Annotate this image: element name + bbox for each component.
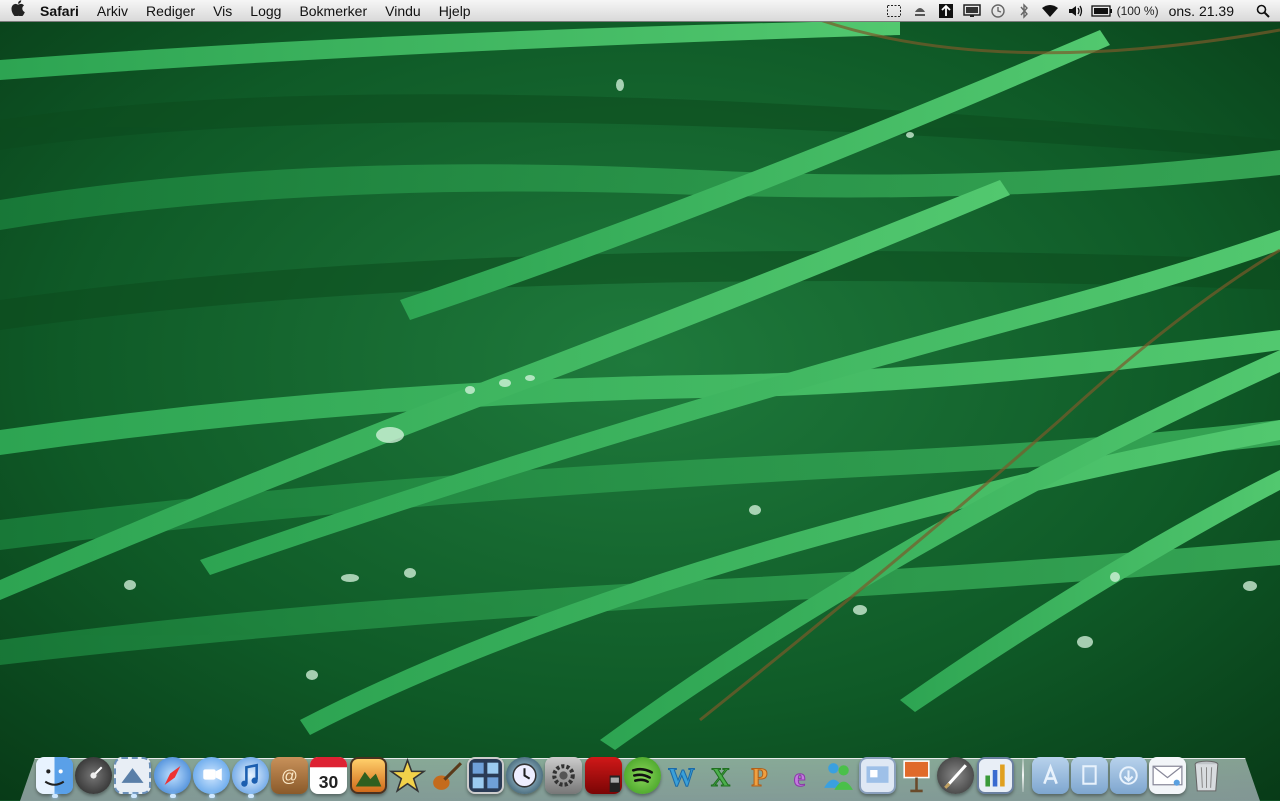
downloads-folder-icon[interactable] — [1110, 757, 1148, 794]
spotlight-icon[interactable] — [1250, 4, 1276, 18]
dropbox-icon[interactable] — [933, 0, 959, 22]
svg-text:e: e — [793, 762, 805, 792]
finder-running-indicator — [52, 794, 58, 798]
svg-text:@: @ — [281, 768, 298, 786]
documents-folder-icon[interactable] — [1070, 757, 1108, 794]
menu-vindu[interactable]: Vindu — [376, 0, 430, 22]
menu-rediger[interactable]: Rediger — [137, 0, 204, 22]
wifi-icon[interactable] — [1037, 0, 1063, 22]
menu-clock[interactable]: ons. 21.39 — [1169, 3, 1234, 19]
dock-separator — [1021, 758, 1024, 792]
battery-percentage[interactable]: (100 %) — [1117, 4, 1159, 18]
word-icon[interactable]: W — [663, 757, 700, 794]
powerpoint-icon[interactable]: P — [741, 757, 778, 794]
preview-icon[interactable] — [858, 757, 896, 794]
excel-icon[interactable]: X — [702, 757, 739, 794]
address-book-icon[interactable]: @ — [271, 757, 309, 794]
svg-text:X: X — [711, 762, 730, 792]
spaces-icon[interactable] — [467, 757, 505, 794]
itunes-running-indicator — [248, 794, 254, 798]
ichat-icon[interactable] — [192, 757, 230, 794]
dashboard-icon[interactable] — [75, 757, 113, 794]
messenger-icon[interactable] — [820, 757, 857, 794]
menu-arkiv[interactable]: Arkiv — [88, 0, 137, 22]
mail-running-indicator — [131, 794, 137, 798]
menu-bokmerker[interactable]: Bokmerker — [290, 0, 376, 22]
spotify-icon[interactable] — [623, 757, 661, 794]
itunes-icon[interactable] — [231, 757, 269, 794]
menu-app-name[interactable]: Safari — [36, 0, 88, 22]
screen-capture-icon[interactable] — [881, 0, 907, 22]
imovie-star-icon[interactable] — [388, 757, 426, 794]
volume-icon[interactable] — [1063, 0, 1089, 22]
system-preferences-icon[interactable] — [545, 757, 583, 794]
photo-booth-icon[interactable] — [584, 757, 622, 794]
script-editor-icon[interactable] — [937, 757, 975, 794]
safari-compass-icon[interactable] — [153, 757, 191, 794]
guitar-icon[interactable] — [428, 757, 465, 794]
applications-folder-icon[interactable] — [1031, 757, 1069, 794]
envelope-icon[interactable] — [1149, 757, 1187, 794]
trash-icon[interactable] — [1188, 757, 1225, 794]
entourage-icon[interactable]: e — [781, 757, 818, 794]
desktop-wallpaper — [0, 0, 1280, 800]
menu-bar: Safari Arkiv Rediger Vis Logg Bokmerker … — [0, 0, 1280, 22]
menu-vis[interactable]: Vis — [204, 0, 241, 22]
status-area: (100 %) ons. 21.39 — [881, 0, 1280, 22]
svg-text:W: W — [668, 762, 695, 792]
mail-stamp-icon[interactable] — [114, 757, 152, 794]
calendar-icon[interactable]: 30 — [310, 757, 348, 794]
battery-icon[interactable] — [1089, 0, 1115, 22]
iphoto-icon[interactable] — [349, 757, 387, 794]
ichat-running-indicator — [209, 794, 215, 798]
svg-text:P: P — [752, 762, 768, 792]
time-machine-icon[interactable] — [985, 0, 1011, 22]
safari-running-indicator — [170, 794, 176, 798]
bluetooth-icon[interactable] — [1011, 0, 1037, 22]
display-icon[interactable] — [959, 0, 985, 22]
menu-logg[interactable]: Logg — [241, 0, 290, 22]
numbers-icon[interactable] — [976, 757, 1014, 794]
calendar-day: 30 — [319, 772, 338, 792]
finder-icon[interactable] — [36, 757, 73, 794]
keynote-icon[interactable] — [898, 757, 935, 794]
time-machine-dock-icon[interactable] — [506, 757, 544, 794]
menu-hjelp[interactable]: Hjelp — [430, 0, 480, 22]
apple-icon[interactable] — [0, 0, 36, 21]
dock: @ 30 W X P e — [36, 748, 1248, 794]
eject-icon[interactable] — [907, 0, 933, 22]
